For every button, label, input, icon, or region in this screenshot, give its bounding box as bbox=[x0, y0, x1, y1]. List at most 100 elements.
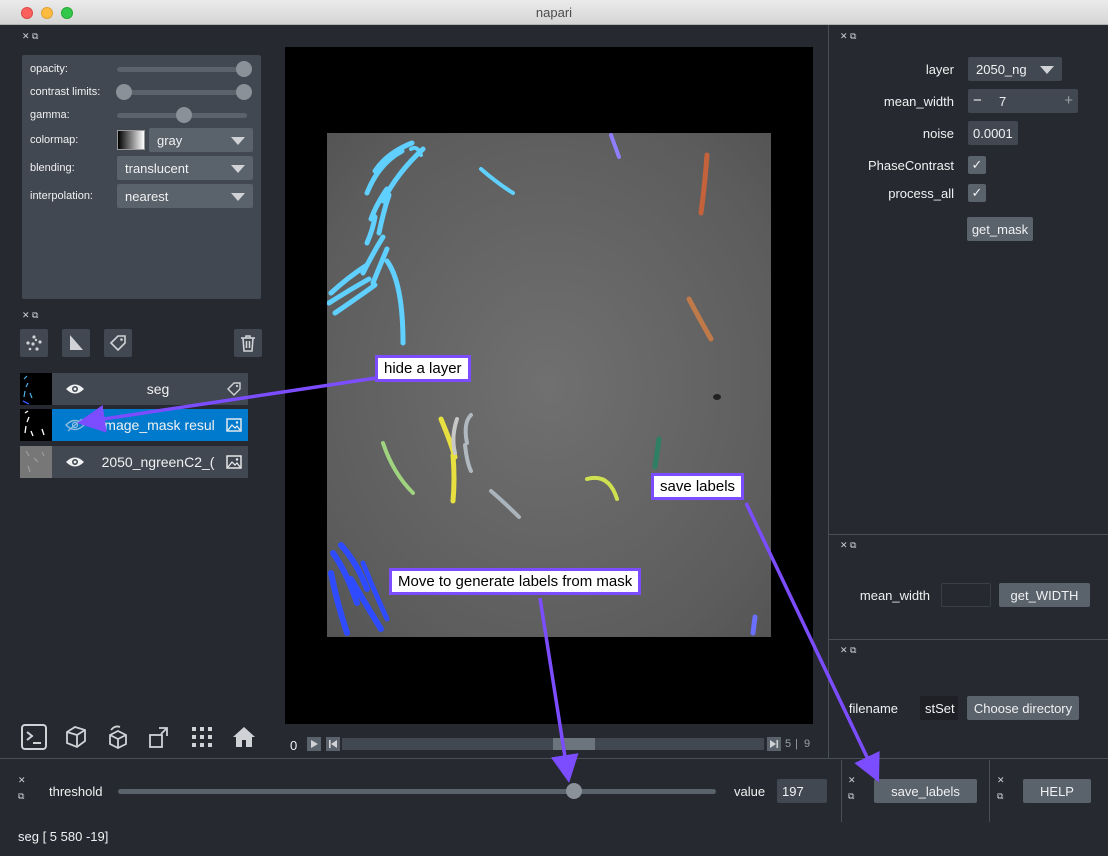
layer-select[interactable]: 2050_ng bbox=[968, 57, 1062, 81]
chevron-down-icon bbox=[231, 193, 245, 201]
process-all-checkbox[interactable]: ✓ bbox=[968, 184, 986, 202]
layer-thumbnail bbox=[20, 409, 52, 441]
new-shapes-button[interactable] bbox=[62, 329, 90, 357]
layer-label: layer bbox=[925, 62, 954, 77]
window-title: napari bbox=[535, 5, 573, 20]
shapes-icon bbox=[70, 335, 83, 350]
noise-label: noise bbox=[922, 126, 954, 141]
skip-back-icon bbox=[329, 740, 337, 748]
grid-view-button[interactable] bbox=[187, 722, 217, 752]
layer-name[interactable]: image_mask resul bbox=[98, 417, 218, 433]
dock-close-icon[interactable]: ✕ ⧉ bbox=[22, 31, 38, 41]
delete-layer-button[interactable] bbox=[234, 329, 262, 357]
points-icon bbox=[26, 335, 42, 351]
threshold-handle[interactable] bbox=[566, 783, 582, 799]
roll-dims-button[interactable] bbox=[103, 722, 133, 752]
help-dock-controls[interactable]: ✕ ⧉ bbox=[997, 772, 1005, 804]
noise-field[interactable]: 0.0001 bbox=[968, 121, 1018, 145]
bottom-divider bbox=[0, 758, 1108, 759]
interpolation-value: nearest bbox=[125, 189, 169, 204]
save-labels-button[interactable]: save_labels bbox=[874, 779, 977, 803]
annotation-hide-layer: hide a layer bbox=[375, 355, 471, 382]
microscopy-image bbox=[327, 133, 771, 637]
chevron-down-icon bbox=[231, 165, 245, 173]
layer-name[interactable]: seg bbox=[98, 381, 218, 397]
opacity-handle[interactable] bbox=[236, 61, 252, 77]
filename-label: filename bbox=[848, 701, 898, 716]
contrast-high-handle[interactable] bbox=[236, 84, 252, 100]
terminal-icon bbox=[21, 724, 47, 750]
visibility-eye-icon[interactable] bbox=[65, 382, 85, 401]
layer-list-dock-controls[interactable]: ✕ ⧉ bbox=[22, 310, 38, 320]
gamma-handle[interactable] bbox=[176, 107, 192, 123]
minus-icon[interactable]: − bbox=[973, 92, 982, 109]
threshold-value-field[interactable]: 197 bbox=[777, 779, 827, 803]
transpose-dims-button[interactable] bbox=[145, 722, 175, 752]
layer-row-image-mask[interactable]: image_mask resul bbox=[20, 409, 248, 441]
visibility-eye-icon[interactable] bbox=[65, 455, 85, 474]
trash-icon bbox=[241, 335, 255, 352]
title-bar: napari bbox=[0, 0, 1108, 25]
layer-thumbnail bbox=[20, 446, 52, 478]
gamma-label: gamma: bbox=[30, 109, 70, 121]
threshold-slider[interactable] bbox=[118, 789, 716, 794]
colormap-preview bbox=[117, 130, 145, 150]
threshold-dock-controls[interactable]: ✕ ⧉ bbox=[18, 772, 26, 804]
colormap-combo[interactable]: gray bbox=[149, 128, 253, 152]
mean-width-spinbox[interactable]: − 7 + bbox=[968, 89, 1078, 113]
play-button[interactable] bbox=[307, 737, 321, 751]
napari-window: napari ✕ ⧉ opacity: contrast limits: gam… bbox=[0, 0, 1108, 856]
dock-divider bbox=[829, 639, 1108, 640]
interpolation-label: interpolation: bbox=[30, 190, 93, 202]
console-button[interactable] bbox=[19, 722, 49, 752]
layer-row-2050[interactable]: 2050_ngreenC2_( bbox=[20, 446, 248, 478]
layer-name[interactable]: 2050_ngreenC2_( bbox=[98, 454, 218, 470]
phase-contrast-label: PhaseContrast bbox=[868, 158, 954, 173]
colormap-label: colormap: bbox=[30, 134, 79, 146]
phase-contrast-checkbox[interactable]: ✓ bbox=[968, 156, 986, 174]
new-points-button[interactable] bbox=[20, 329, 48, 357]
transpose-icon bbox=[149, 727, 168, 748]
ndisplay-button[interactable] bbox=[61, 722, 91, 752]
width-mean-width-field[interactable] bbox=[941, 583, 991, 607]
hidden-eye-icon[interactable] bbox=[65, 418, 85, 437]
home-button[interactable] bbox=[229, 722, 259, 752]
play-icon bbox=[311, 740, 318, 748]
layer-controls-panel: opacity: contrast limits: gamma: colorma… bbox=[22, 55, 261, 299]
save-dock-controls[interactable]: ✕ ⧉ bbox=[848, 772, 856, 804]
annotation-save-labels: save labels bbox=[651, 473, 745, 500]
help-button[interactable]: HELP bbox=[1023, 779, 1091, 803]
contrast-slider[interactable] bbox=[117, 90, 247, 95]
step-forward-button[interactable] bbox=[767, 737, 781, 751]
dims-current-value: 0 bbox=[290, 738, 298, 753]
roll-icon bbox=[109, 725, 127, 750]
opacity-slider[interactable] bbox=[117, 67, 247, 72]
cube-3d-icon bbox=[66, 726, 86, 749]
blending-combo[interactable]: translucent bbox=[117, 156, 253, 180]
image-icon bbox=[226, 454, 242, 475]
choose-directory-button[interactable]: Choose directory bbox=[967, 696, 1079, 720]
blending-value: translucent bbox=[125, 161, 189, 176]
threshold-label: threshold bbox=[49, 784, 103, 799]
new-labels-button[interactable] bbox=[104, 329, 132, 357]
bottom-divider bbox=[841, 760, 842, 822]
chevron-down-icon bbox=[231, 137, 245, 145]
bottom-divider bbox=[989, 760, 990, 822]
contrast-low-handle[interactable] bbox=[116, 84, 132, 100]
width-dock-controls[interactable]: ✕ ⧉ bbox=[840, 540, 856, 550]
interpolation-combo[interactable]: nearest bbox=[117, 184, 253, 208]
filename-field[interactable]: stSet bbox=[920, 696, 958, 720]
layer-select-value: 2050_ng bbox=[976, 62, 1027, 77]
dims-end-value: 5 bbox=[785, 738, 792, 750]
blending-label: blending: bbox=[30, 162, 75, 174]
plus-icon[interactable]: + bbox=[1064, 92, 1073, 109]
get-width-button[interactable]: get_WIDTH bbox=[999, 583, 1090, 607]
file-dock-controls[interactable]: ✕ ⧉ bbox=[840, 645, 856, 655]
layer-row-seg[interactable]: seg bbox=[20, 373, 248, 405]
get-mask-button[interactable]: get_mask bbox=[967, 217, 1033, 241]
widget-dock-controls[interactable]: ✕ ⧉ bbox=[840, 31, 856, 41]
home-icon bbox=[233, 727, 255, 747]
dock-divider bbox=[829, 534, 1108, 535]
step-back-button[interactable] bbox=[326, 737, 340, 751]
dims-slider-handle[interactable] bbox=[553, 738, 595, 750]
